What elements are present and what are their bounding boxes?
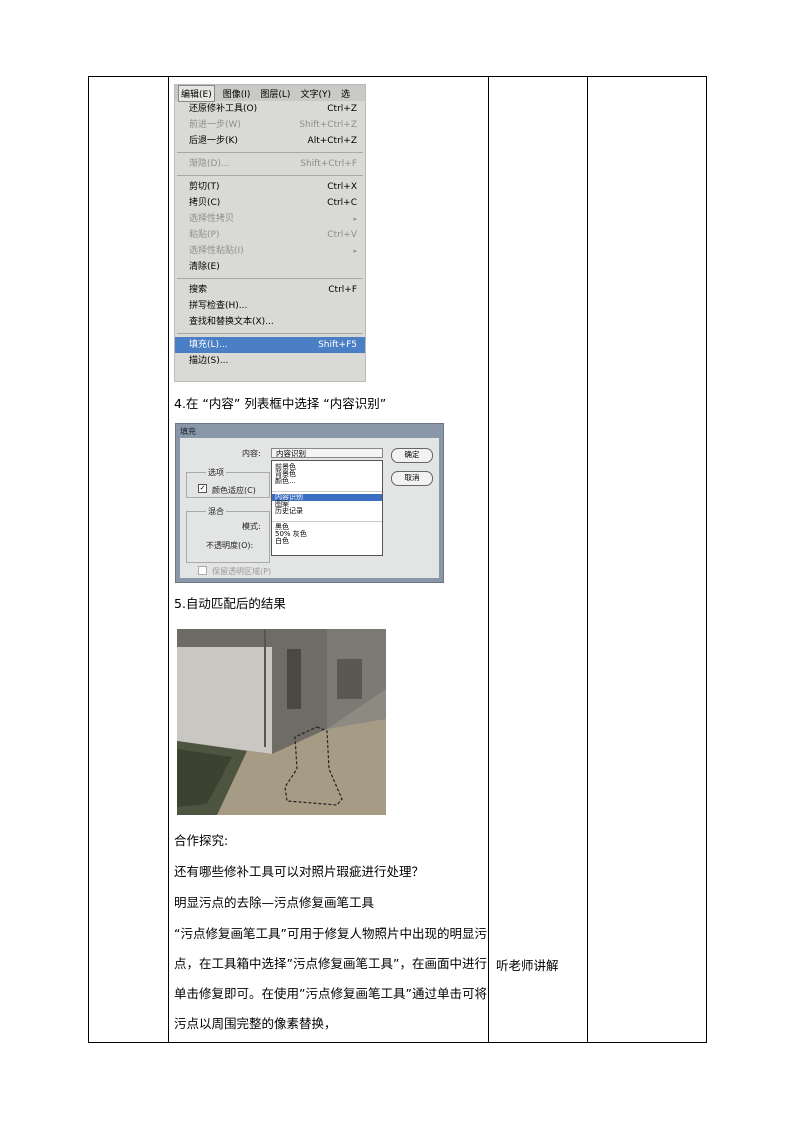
menu-bar-item: 选 xyxy=(340,89,350,100)
submenu-arrow-icon: ▸ xyxy=(353,247,357,255)
menu-item-shortcut: Ctrl+X xyxy=(327,182,357,192)
menu-item: 清除(E) xyxy=(175,259,365,275)
menu-item: 拷贝(C) Ctrl+C xyxy=(175,195,365,211)
menu-item-label: 描边(S)... xyxy=(189,356,229,366)
question-text: 还有哪些修补工具可以对照片瑕疵进行处理？ xyxy=(174,864,425,879)
menu-item: 还原修补工具(O) Ctrl+Z xyxy=(175,101,365,117)
menu-item: 渐隐(D)... Shift+Ctrl+F xyxy=(175,156,365,172)
menu-item-label: 前进一步(W) xyxy=(189,120,241,130)
menu-item-label: 选择性拷贝 xyxy=(189,214,235,224)
table-column-divider xyxy=(168,77,169,1042)
table-column-divider xyxy=(587,77,588,1042)
menu-item: 查找和替换文本(X)... xyxy=(175,314,365,330)
menu-separator xyxy=(177,278,363,279)
menu-separator xyxy=(177,175,363,176)
menu-separator xyxy=(177,152,363,153)
edit-menu-screenshot: 编辑(E) 图像(I) 图层(L) 文字(Y) 选 还原修补工具(O) Ctrl+… xyxy=(174,84,366,382)
cancel-button: 取消 xyxy=(391,471,433,486)
menu-item: 后退一步(K) Alt+Ctrl+Z xyxy=(175,133,365,149)
menu-item: 粘贴(P) Ctrl+V xyxy=(175,227,365,243)
result-photo xyxy=(177,629,386,815)
menu-item: 前进一步(W) Shift+Ctrl+Z xyxy=(175,117,365,133)
submenu-arrow-icon: ▸ xyxy=(353,215,357,223)
menu-item-shortcut: Ctrl+F xyxy=(328,285,357,295)
menu-item: 选择性粘贴(I) ▸ xyxy=(175,243,365,259)
menu-item: 描边(S)... xyxy=(175,353,365,369)
step-4-text: 4.在 “内容” 列表框中选择 “内容识别” xyxy=(174,396,387,411)
fill-dialog-screenshot: 填充 内容: 内容识别 确定 取消 选项 ✓ 颜色适应(C) 混合 模式: 不透… xyxy=(175,423,444,583)
menu-item-label: 拷贝(C) xyxy=(189,198,221,208)
menu-item: 选择性拷贝 ▸ xyxy=(175,211,365,227)
menu-item-label: 选择性粘贴(I) xyxy=(189,246,244,256)
dialog-title: 填充 xyxy=(180,427,196,436)
tool-line-text: 明显污点的去除—污点修复画笔工具 xyxy=(174,895,375,910)
menu-item-shortcut: Ctrl+Z xyxy=(327,104,357,114)
menu-item-shortcut: Shift+F5 xyxy=(318,340,357,350)
menu-bar: 编辑(E) 图像(I) 图层(L) 文字(Y) 选 xyxy=(175,85,365,102)
description-paragraph: “污点修复画笔工具”可用于修复人物照片中出现的明显污点，在工具箱中选择”污点修复… xyxy=(174,926,487,1031)
menu-item-label: 粘贴(P) xyxy=(189,230,220,240)
menu-bar-item: 文字(Y) xyxy=(300,89,331,100)
menu-item-shortcut: Ctrl+C xyxy=(327,198,357,208)
menu-item-label: 搜索 xyxy=(189,285,208,295)
dropdown-item: 颜色... xyxy=(275,477,296,485)
menu-item: 拼写检查(H)... xyxy=(175,298,365,314)
blend-group xyxy=(186,511,270,563)
checkbox-checked-icon: ✓ xyxy=(198,484,207,493)
menu-item-label: 清除(E) xyxy=(189,262,220,272)
menu-item-shortcut: Shift+Ctrl+F xyxy=(300,159,357,169)
checkbox-icon xyxy=(198,566,207,575)
table-column-divider xyxy=(488,77,489,1042)
menu-bar-item: 图层(L) xyxy=(260,89,291,100)
content-select: 内容识别 xyxy=(271,448,383,458)
menu-bar-item: 图像(I) xyxy=(222,89,251,100)
opacity-label: 不透明度(O): xyxy=(206,541,254,550)
content-dropdown: 前景色 背景色 颜色... 内容识别 图案 历史记录 黑色 50% 灰色 白色 xyxy=(271,460,383,556)
mode-label: 模式: xyxy=(242,522,261,531)
menu-separator xyxy=(177,333,363,334)
menu-item-label: 还原修补工具(O) xyxy=(189,104,258,114)
menu-item-shortcut: Ctrl+V xyxy=(327,230,357,240)
dropdown-item: 白色 xyxy=(275,537,289,545)
student-activity-text: 听老师讲解 xyxy=(496,958,559,973)
options-label: 选项 xyxy=(206,467,226,478)
menu-item-shortcut: Alt+Ctrl+Z xyxy=(307,136,357,146)
menu-item-label: 渐隐(D)... xyxy=(189,159,230,169)
ok-button: 确定 xyxy=(391,448,433,463)
menu-item-label: 填充(L)... xyxy=(189,340,228,350)
menu-item-label: 查找和替换文本(X)... xyxy=(189,317,274,327)
step-5-text: 5.自动匹配后的结果 xyxy=(174,596,286,611)
menu-item: 搜索 Ctrl+F xyxy=(175,282,365,298)
menu-items: 还原修补工具(O) Ctrl+Z 前进一步(W) Shift+Ctrl+Z 后退一步(K… xyxy=(175,101,365,369)
menu-item-label: 后退一步(K) xyxy=(189,136,238,146)
menu-item-label: 拼写检查(H)... xyxy=(189,301,248,311)
explore-title: 合作探究: xyxy=(174,833,229,848)
menu-item-shortcut: Shift+Ctrl+Z xyxy=(299,120,357,130)
preserve-label: 保留透明区域(P) xyxy=(212,567,272,576)
menu-bar-item: 编辑(E) xyxy=(178,85,215,102)
dropdown-item: 历史记录 xyxy=(275,507,303,515)
dialog-body: 内容: 内容识别 确定 取消 选项 ✓ 颜色适应(C) 混合 模式: 不透明度(… xyxy=(180,438,439,578)
menu-item: 剪切(T) Ctrl+X xyxy=(175,179,365,195)
content-label: 内容: xyxy=(242,449,261,458)
blend-label: 混合 xyxy=(206,506,226,517)
color-adapt-label: 颜色适应(C) xyxy=(212,486,256,495)
menu-item-label: 剪切(T) xyxy=(189,182,220,192)
menu-item: 填充(L)... Shift+F5 xyxy=(175,337,365,353)
